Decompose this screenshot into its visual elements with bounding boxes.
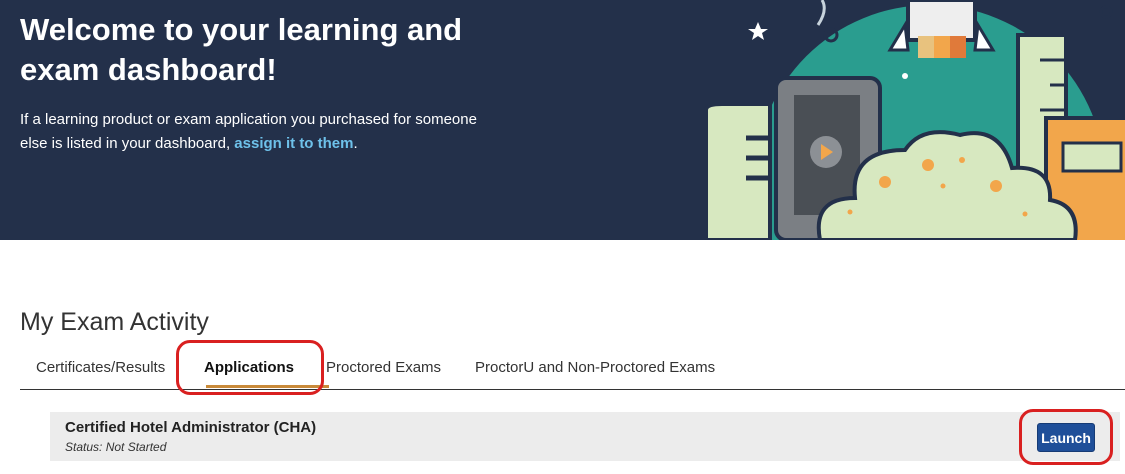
tab-proctored-exams[interactable]: Proctored Exams [326,352,441,390]
launch-button[interactable]: Launch [1037,423,1095,452]
tab-certificates-results[interactable]: Certificates/Results [36,352,165,390]
assign-link[interactable]: assign it to them [234,135,353,152]
tab-proctoru-non-proctored[interactable]: ProctorU and Non-Proctored Exams [475,352,715,390]
welcome-banner: Welcome to your learning and exam dashbo… [0,0,1125,240]
active-tab-indicator [206,385,329,388]
exam-status: Status: Not Started [65,440,167,454]
rocket-illustration [704,0,1125,240]
welcome-description-end: . [353,135,358,152]
welcome-description: If a learning product or exam applicatio… [20,108,480,156]
welcome-title: Welcome to your learning and exam dashbo… [20,12,463,87]
section-title: My Exam Activity [20,308,209,336]
exam-row: Certified Hotel Administrator (CHA) Stat… [50,412,1120,461]
exam-activity-tabs: Certificates/Results Applications Procto… [20,352,1125,390]
exam-name: Certified Hotel Administrator (CHA) [65,419,317,436]
